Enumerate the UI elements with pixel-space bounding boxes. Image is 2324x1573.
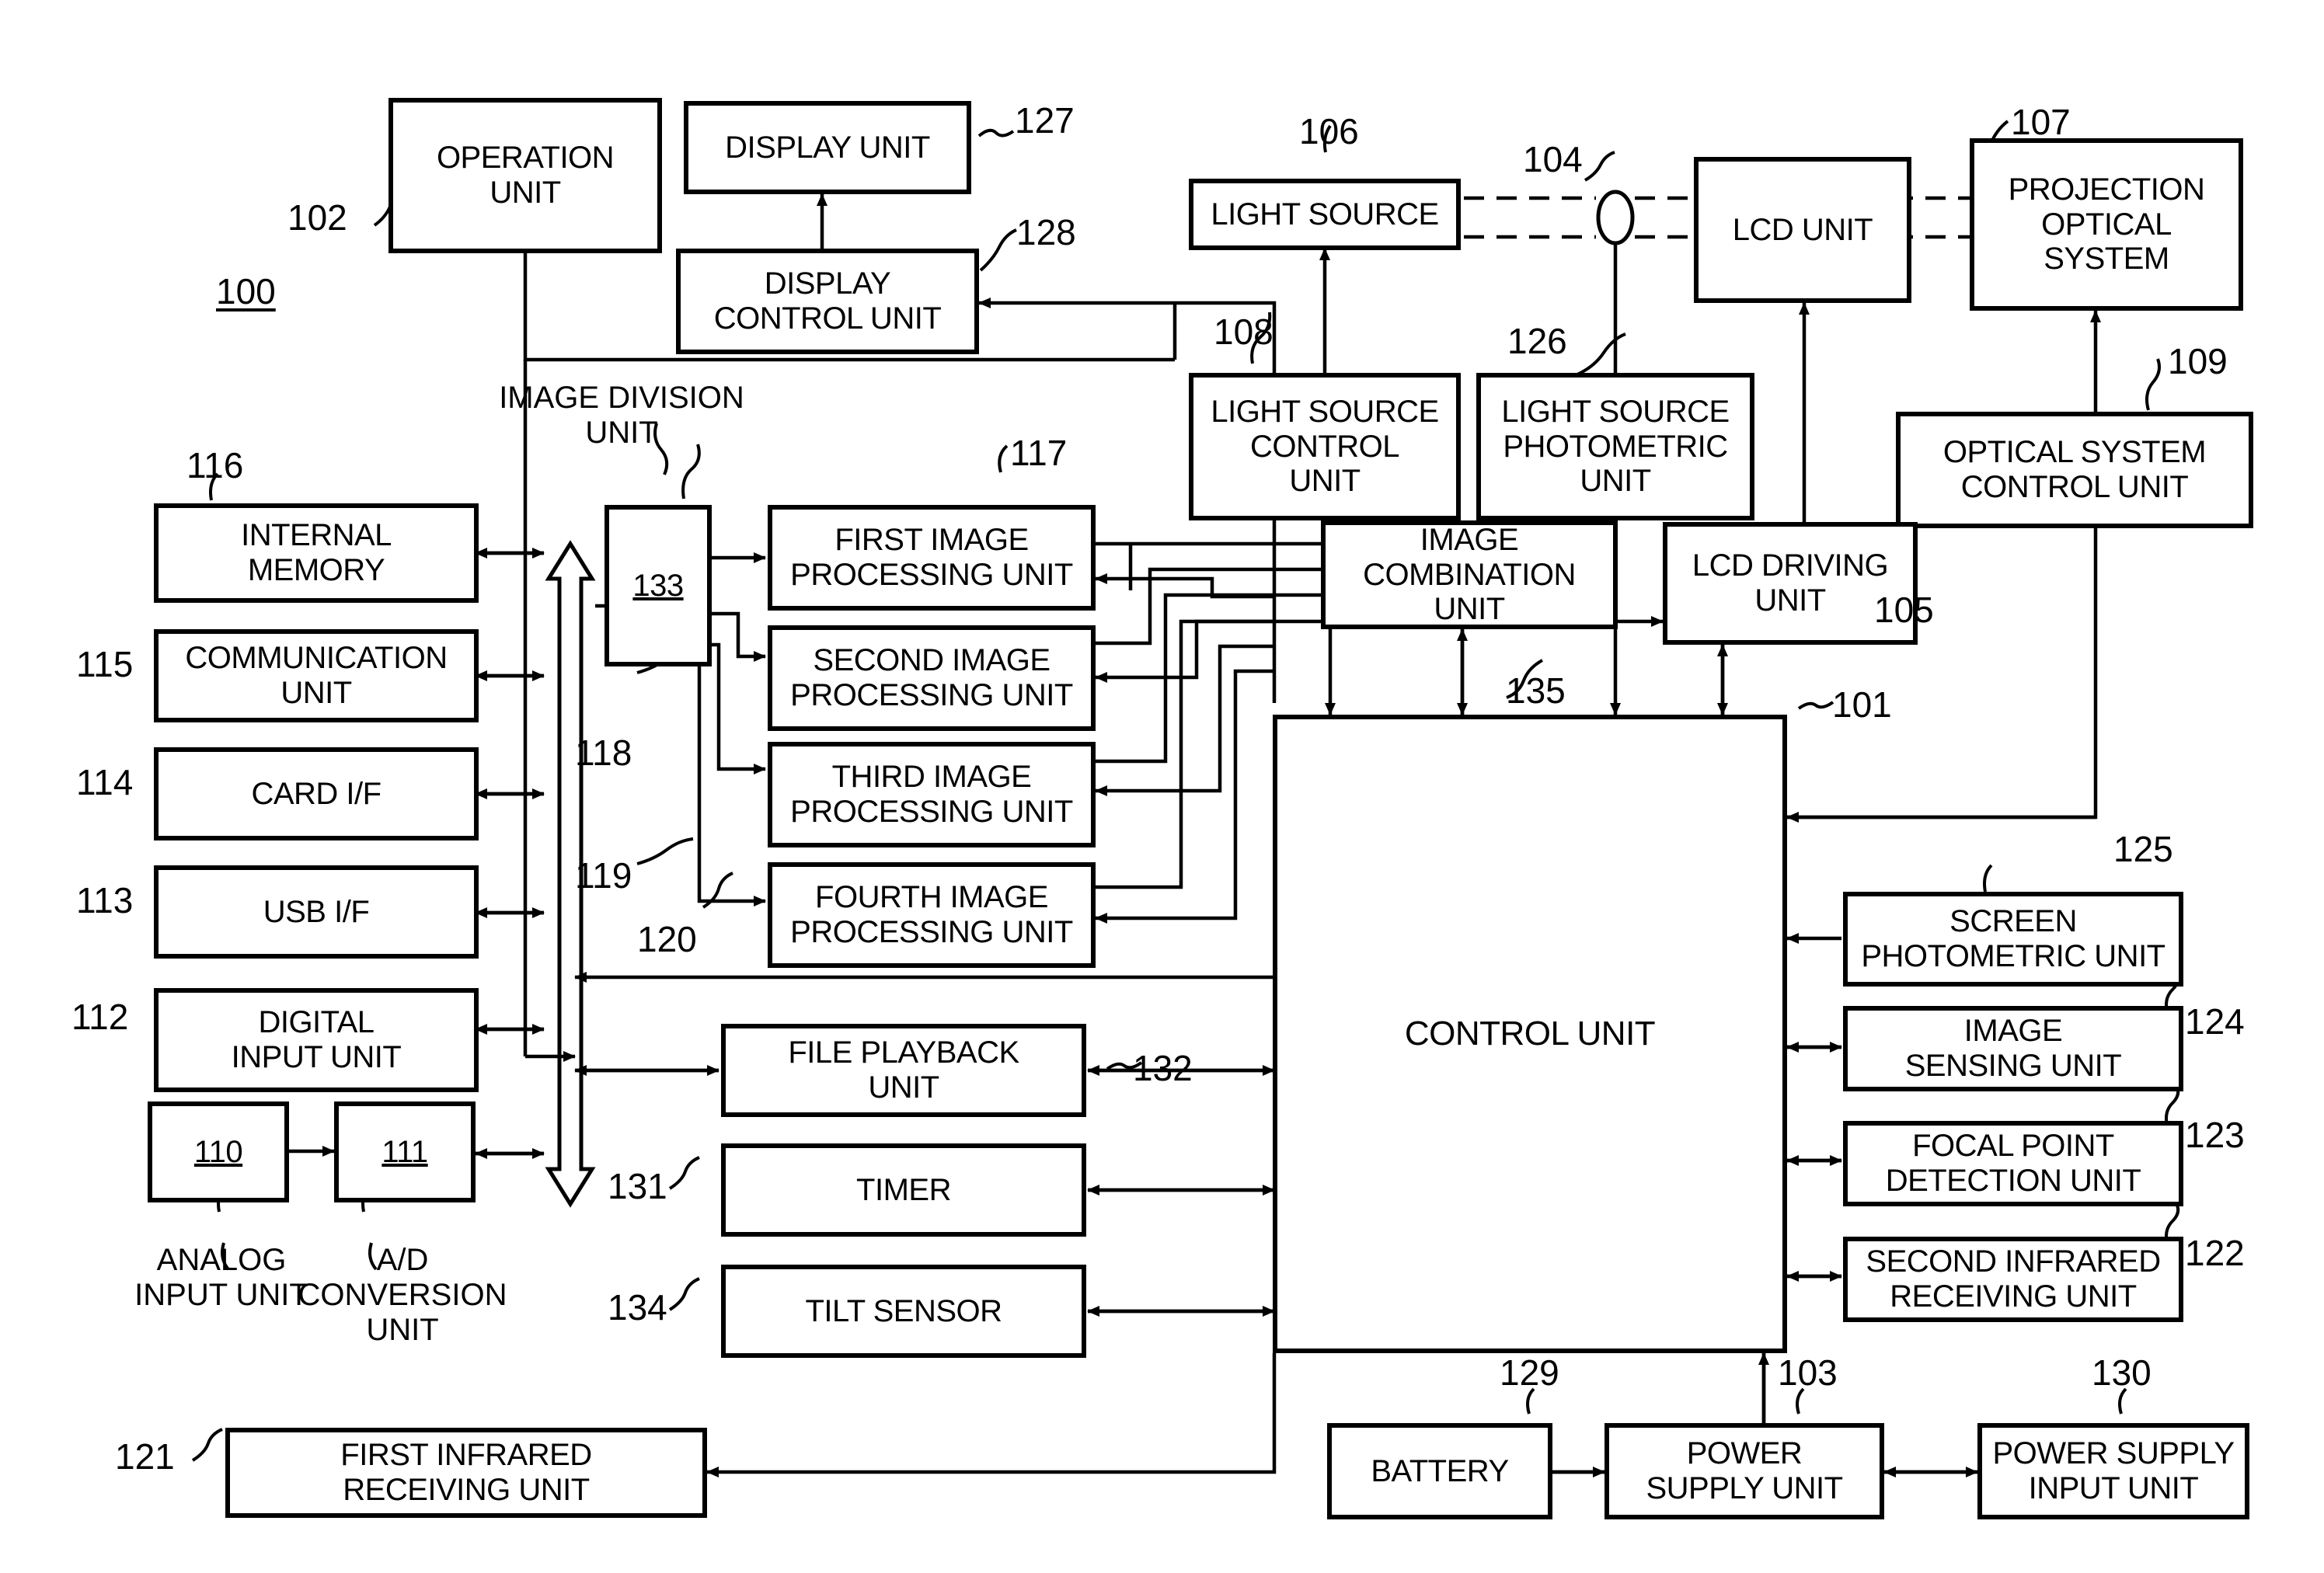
usb-if-box[interactable]: USB I/F <box>154 865 479 959</box>
ref-102: 102 <box>287 197 347 238</box>
ref-107: 107 <box>2011 102 2071 142</box>
ref-117: 117 <box>1010 433 1068 473</box>
ref-125: 125 <box>2113 829 2173 869</box>
internal-memory-box[interactable]: INTERNAL MEMORY <box>154 503 479 603</box>
digital-input-unit-box[interactable]: DIGITAL INPUT UNIT <box>154 988 479 1092</box>
ref-121: 121 <box>115 1436 175 1477</box>
ref-123: 123 <box>2185 1115 2245 1155</box>
ref-104: 104 <box>1523 139 1583 179</box>
fourth-image-processing-unit-box[interactable]: FOURTH IMAGE PROCESSING UNIT <box>768 862 1096 968</box>
display-control-unit-box[interactable]: DISPLAY CONTROL UNIT <box>676 249 979 354</box>
light-source-control-unit-box[interactable]: LIGHT SOURCE CONTROL UNIT <box>1189 373 1461 520</box>
file-playback-unit-box[interactable]: FILE PLAYBACK UNIT <box>721 1024 1086 1117</box>
card-if-box[interactable]: CARD I/F <box>154 747 479 840</box>
ref-122: 122 <box>2185 1233 2245 1273</box>
ref-108: 108 <box>1214 311 1273 352</box>
ref-135: 135 <box>1506 670 1566 711</box>
ref-127: 127 <box>1015 100 1075 141</box>
second-infrared-receiving-unit-box[interactable]: SECOND INFRARED RECEIVING UNIT <box>1843 1237 2183 1322</box>
display-unit-box[interactable]: DISPLAY UNIT <box>684 101 971 194</box>
image-division-unit-box[interactable]: 133 <box>605 505 712 666</box>
ref-105: 105 <box>1874 590 1934 630</box>
ref-119: 119 <box>575 855 632 896</box>
light-source-photometric-unit-box[interactable]: LIGHT SOURCE PHOTOMETRIC UNIT <box>1476 373 1754 520</box>
power-supply-input-unit-box[interactable]: POWER SUPPLY INPUT UNIT <box>1977 1423 2249 1519</box>
ref-128: 128 <box>1016 212 1076 252</box>
patent-block-diagram: OPERATION UNIT DISPLAY UNIT DISPLAY CONT… <box>0 0 2324 1573</box>
second-image-processing-unit-box[interactable]: SECOND IMAGE PROCESSING UNIT <box>768 625 1096 731</box>
ref-106: 106 <box>1299 111 1359 151</box>
power-supply-unit-box[interactable]: POWER SUPPLY UNIT <box>1605 1423 1884 1519</box>
focal-point-detection-unit-box[interactable]: FOCAL POINT DETECTION UNIT <box>1843 1121 2183 1206</box>
ref-100: 100 <box>216 271 276 311</box>
tilt-sensor-box[interactable]: TILT SENSOR <box>721 1265 1086 1358</box>
third-image-processing-unit-box[interactable]: THIRD IMAGE PROCESSING UNIT <box>768 742 1096 847</box>
optical-system-control-unit-box[interactable]: OPTICAL SYSTEM CONTROL UNIT <box>1896 412 2253 528</box>
analog-input-unit-box[interactable]: 110 <box>148 1101 289 1202</box>
ref-126: 126 <box>1507 321 1567 361</box>
projection-optical-system-box[interactable]: PROJECTION OPTICAL SYSTEM <box>1970 138 2243 311</box>
ref-109: 109 <box>2168 341 2228 381</box>
lcd-unit-box[interactable]: LCD UNIT <box>1694 157 1911 303</box>
image-sensing-unit-box[interactable]: IMAGE SENSING UNIT <box>1843 1006 2183 1091</box>
image-division-unit-caption: IMAGE DIVISION UNIT <box>499 381 744 450</box>
ref-118: 118 <box>575 733 632 773</box>
battery-box[interactable]: BATTERY <box>1327 1423 1552 1519</box>
first-image-processing-unit-box[interactable]: FIRST IMAGE PROCESSING UNIT <box>768 505 1096 611</box>
ref-124: 124 <box>2185 1001 2245 1042</box>
screen-photometric-unit-box[interactable]: SCREEN PHOTOMETRIC UNIT <box>1843 892 2183 987</box>
ref-120: 120 <box>637 919 697 959</box>
control-unit-box[interactable]: CONTROL UNIT <box>1273 715 1787 1353</box>
ad-conversion-unit-box[interactable]: 111 <box>334 1101 476 1202</box>
ref-114: 114 <box>76 762 134 802</box>
ref-129: 129 <box>1500 1352 1559 1393</box>
timer-box[interactable]: TIMER <box>721 1143 1086 1237</box>
ad-conversion-unit-caption: A/D CONVERSION UNIT <box>298 1243 507 1347</box>
ref-103: 103 <box>1778 1352 1838 1393</box>
ref-112: 112 <box>71 997 129 1037</box>
communication-unit-box[interactable]: COMMUNICATION UNIT <box>154 629 479 722</box>
image-combination-unit-box[interactable]: IMAGE COMBINATION UNIT <box>1321 520 1618 629</box>
ref-130: 130 <box>2092 1352 2152 1393</box>
ref-101: 101 <box>1832 684 1892 725</box>
ref-115: 115 <box>76 644 134 684</box>
light-source-box[interactable]: LIGHT SOURCE <box>1189 179 1461 250</box>
ref-131: 131 <box>608 1166 667 1206</box>
ref-116: 116 <box>186 445 244 485</box>
ref-113: 113 <box>76 880 134 920</box>
ref-132: 132 <box>1133 1048 1193 1088</box>
operation-unit-box[interactable]: OPERATION UNIT <box>388 98 662 253</box>
first-infrared-receiving-unit-box[interactable]: FIRST INFRARED RECEIVING UNIT <box>225 1428 707 1518</box>
ref-134: 134 <box>608 1287 667 1328</box>
